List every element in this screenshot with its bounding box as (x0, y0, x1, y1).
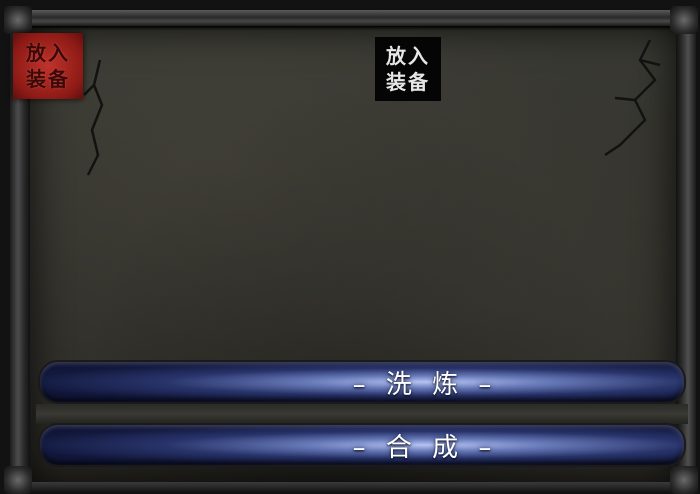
slot-left-label-line2: 装备 (26, 67, 70, 91)
slot-center-label-line2: 装备 (386, 70, 430, 94)
equipment-slot-left[interactable]: 放入 装备 (13, 33, 83, 99)
frame-bottom (6, 482, 694, 492)
bar-divider (36, 404, 688, 424)
wash-button[interactable]: – 洗 炼 – (40, 362, 684, 402)
crack-right-decoration (604, 40, 661, 157)
slot-center-label-line1: 放入 (386, 44, 430, 68)
frame-corner-bottom-right (670, 466, 698, 494)
frame-corner-bottom-left (4, 466, 32, 494)
wash-button-label: – 洗 炼 – (352, 369, 498, 400)
frame-corner-top-left (4, 6, 32, 34)
equipment-slot-center[interactable]: 放入 装备 (375, 37, 441, 101)
combine-button-label: – 合 成 – (352, 432, 498, 463)
frame-top (6, 10, 694, 26)
equipment-panel: 放入 装备 放入 装备 – 洗 炼 – – 合 成 – (0, 0, 700, 494)
combine-button[interactable]: – 合 成 – (40, 425, 684, 465)
slot-left-label-line1: 放入 (26, 41, 70, 65)
frame-corner-top-right (670, 6, 698, 34)
crack-left-decoration (83, 60, 104, 176)
